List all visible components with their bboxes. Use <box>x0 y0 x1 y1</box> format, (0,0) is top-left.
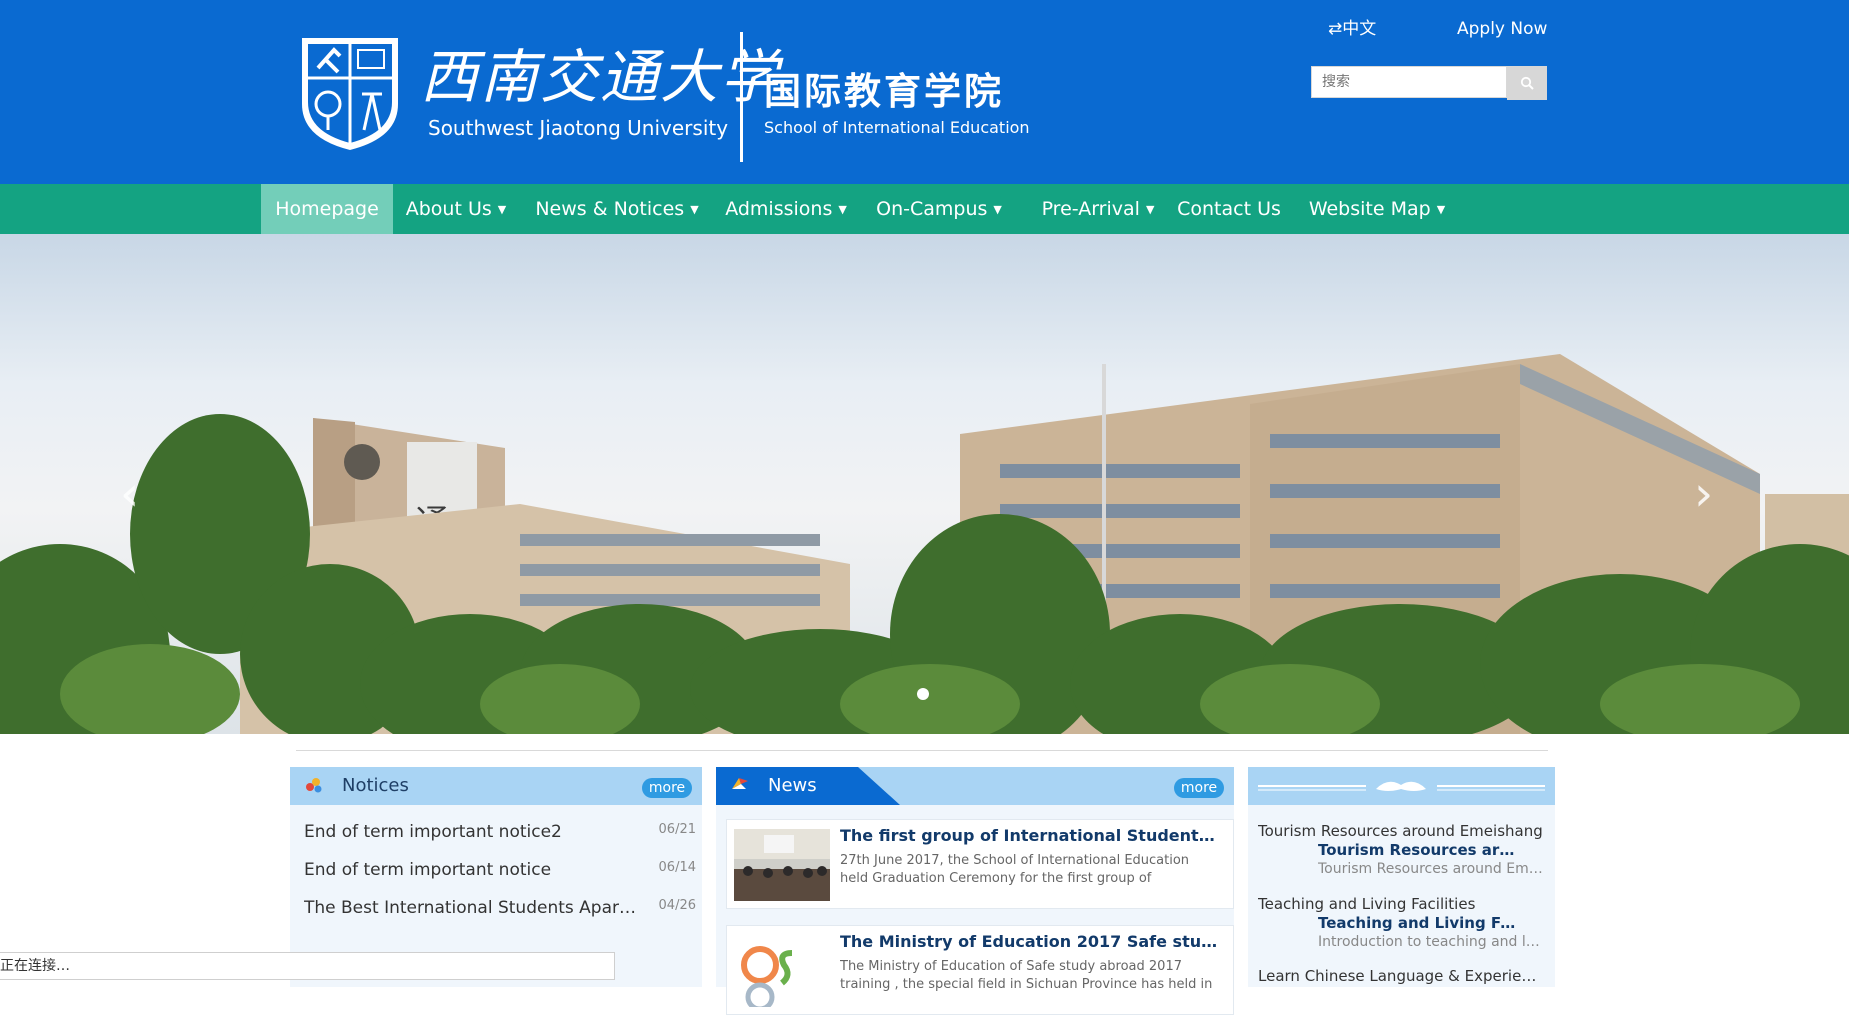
caret-down-icon: ▼ <box>497 203 507 216</box>
school-name-en: School of International Education <box>764 118 1030 137</box>
news-header: News more <box>716 767 1234 805</box>
nav-item-admissions[interactable]: Admissions ▼ <box>714 184 858 234</box>
resource-group-title[interactable]: Tourism Resources around Emeishang <box>1258 822 1543 840</box>
news-title: News <box>768 775 817 796</box>
nav-item-label: Website Map <box>1308 198 1431 220</box>
nav-item-label: On-Campus <box>876 198 988 220</box>
campus-photo: 通 博 <box>0 354 1849 734</box>
university-name-en: Southwest Jiaotong University <box>428 116 729 140</box>
notices-more-button[interactable]: more <box>642 778 692 798</box>
resource-group: Tourism Resources around Emeishang Touri… <box>1258 822 1543 878</box>
caret-down-icon: ▼ <box>1145 203 1155 216</box>
caret-down-icon: ▼ <box>838 203 847 216</box>
header-divider <box>740 32 743 162</box>
ornament-divider-icon <box>1258 781 1545 791</box>
hero-slider: 通 博 <box>0 234 1849 734</box>
notices-icon <box>306 778 322 793</box>
apply-now-link[interactable]: Apply Now <box>1457 18 1547 40</box>
chevron-left-icon: ‹ <box>120 466 140 522</box>
news-title[interactable]: The Ministry of Education 2017 Safe stud… <box>840 932 1220 952</box>
resource-group-title[interactable]: Learn Chinese Language & Experience <box>1258 967 1543 985</box>
notice-item[interactable]: The Best International Students Apartmen… <box>304 888 696 926</box>
news-summary: 27th June 2017, the School of Internatio… <box>840 853 1190 886</box>
resource-description: Introduction to teaching and livi… <box>1318 934 1543 950</box>
nav-item-about-us[interactable]: About Us ▼ <box>393 184 519 234</box>
notice-title[interactable]: End of term important notice <box>304 860 639 880</box>
nav-item-contact-us[interactable]: Contact Us <box>1172 184 1286 234</box>
news-thumbnail <box>734 829 830 901</box>
nav-item-homepage[interactable]: Homepage <box>261 184 393 234</box>
resource-group: Teaching and Living Facilities Teaching … <box>1258 895 1543 951</box>
nav-item-label: Admissions <box>725 198 833 220</box>
caret-down-icon: ▼ <box>1436 203 1446 216</box>
chevron-right-icon: › <box>1694 466 1714 522</box>
search-input[interactable] <box>1311 66 1507 98</box>
nav-item-website-map[interactable]: Website Map ▼ <box>1302 184 1452 234</box>
notice-date: 06/21 <box>658 822 696 837</box>
resource-link[interactable]: Tourism Resources arou… <box>1318 840 1518 860</box>
notices-header: Notices more <box>290 767 702 805</box>
nav-item-pre-arrival[interactable]: Pre-Arrival ▼ <box>1024 184 1172 234</box>
notice-title[interactable]: The Best International Students Apartmen… <box>304 898 639 918</box>
resource-description: Tourism Resources around Emei… <box>1318 861 1543 877</box>
notice-date: 04/26 <box>658 898 696 913</box>
notice-date: 06/14 <box>658 860 696 875</box>
news-summary: The Ministry of Education of Safe study … <box>840 959 1213 992</box>
slider-prev-button[interactable]: ‹ <box>120 470 139 518</box>
news-title[interactable]: The first group of International Student… <box>840 826 1220 846</box>
nav-item-news-notices[interactable]: News & Notices ▼ <box>526 184 708 234</box>
news-more-button[interactable]: more <box>1174 778 1224 798</box>
resources-header <box>1248 767 1555 805</box>
news-thumbnail <box>734 935 830 1007</box>
news-panel: News more The first group of Internation… <box>716 767 1234 1015</box>
nav-item-label: Contact Us <box>1177 198 1281 220</box>
notice-item[interactable]: End of term important notice 06/14 <box>304 850 696 888</box>
resource-group-title[interactable]: Teaching and Living Facilities <box>1258 895 1543 913</box>
notices-title: Notices <box>342 775 409 796</box>
notice-title[interactable]: End of term important notice2 <box>304 822 639 842</box>
nav-item-label: About Us <box>405 198 492 220</box>
resource-group: Learn Chinese Language & Experience <box>1258 967 1543 985</box>
caret-down-icon: ▼ <box>690 203 699 216</box>
search-icon <box>1520 76 1534 90</box>
content-divider <box>296 750 1548 751</box>
nav-item-label: Homepage <box>275 198 379 220</box>
nav-item-on-campus[interactable]: On-Campus ▼ <box>866 184 1012 234</box>
university-name-cn: 西南交通大学 <box>420 43 781 111</box>
notice-item[interactable]: End of term important notice2 06/21 <box>304 812 696 850</box>
school-name-cn: 国际教育学院 <box>764 70 1004 113</box>
site-header: 西南交通大学 Southwest Jiaotong University 国际教… <box>0 0 1849 184</box>
slider-next-button[interactable]: › <box>1694 470 1713 518</box>
nav-item-label: News & Notices <box>535 198 685 220</box>
news-item[interactable]: The Ministry of Education 2017 Safe stud… <box>726 925 1234 1015</box>
resources-panel: Tourism Resources around Emeishang Touri… <box>1248 767 1555 987</box>
news-item[interactable]: The first group of International Student… <box>726 819 1234 909</box>
main-nav: Homepage About Us ▼ News & Notices ▼ Admis… <box>0 184 1849 234</box>
browser-status-bar: 正在连接… <box>0 952 615 980</box>
language-switch-link[interactable]: ⇄中文 <box>1328 18 1376 40</box>
university-logo-icon[interactable] <box>296 34 404 152</box>
news-icon <box>732 778 748 789</box>
search-button[interactable] <box>1507 66 1547 100</box>
caret-down-icon: ▼ <box>993 203 1002 216</box>
resource-link[interactable]: Teaching and Living Fac… <box>1318 913 1518 933</box>
slider-indicator-dot[interactable] <box>917 688 929 700</box>
nav-item-label: Pre-Arrival <box>1041 198 1140 220</box>
